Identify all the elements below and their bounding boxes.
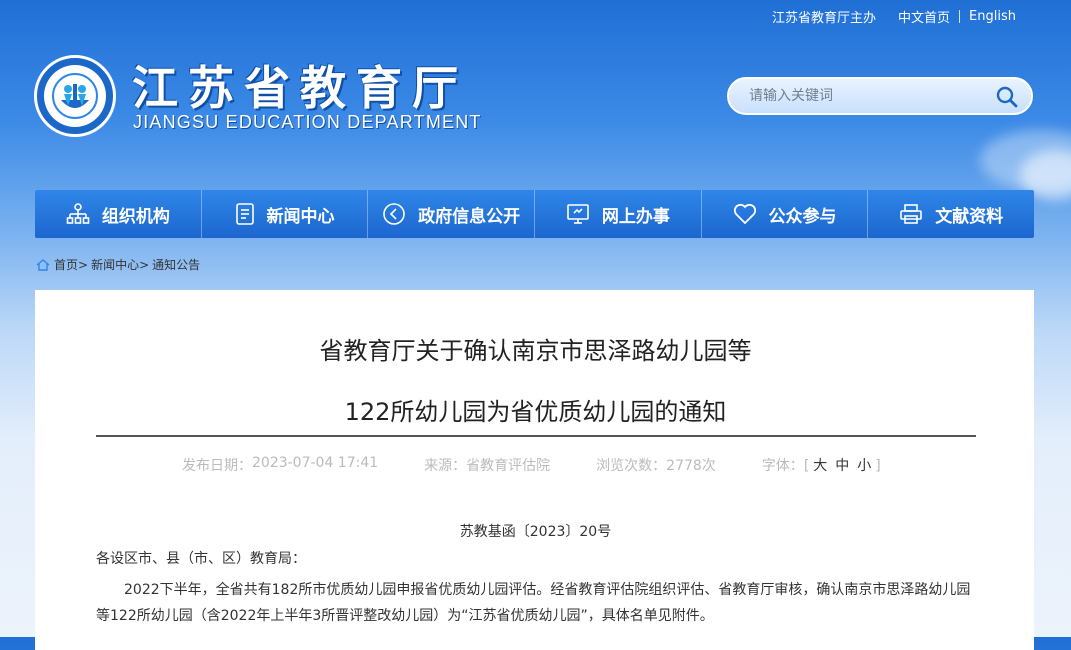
search-icon[interactable] [995,85,1019,109]
article-title-line2: 122所幼儿园为省优质幼儿园的通知 [344,398,727,426]
logo-emblem[interactable] [34,55,116,137]
nav-label: 公众参与 [768,206,837,227]
org-chart-icon [66,203,90,224]
nav-label: 文献资料 [935,206,1004,227]
title-divider [96,435,976,437]
emblem-icon [44,65,106,127]
font-size-selector: [大中小] [804,455,881,475]
article-meta: 发布日期： 2023-07-04 17:41 来源： 省教育评估院 浏览次数： … [182,455,881,475]
breadcrumb-news[interactable]: 新闻中心 [91,256,139,273]
main-nav: 组织机构 新闻中心 政府信息公开 网上办事 公众参与 文献资料 [35,190,1034,238]
publish-date: 2023-07-04 17:41 [252,455,379,471]
font-size-label: 字体： [761,458,804,474]
brand-subtitle: JIANGSU EDUCATION DEPARTMENT [133,112,482,132]
view-count: 2778次 [666,458,716,474]
views-label: 浏览次数： [596,458,667,474]
document-number: 苏教基函〔2023〕20号 [459,524,612,540]
nav-item-public-participation[interactable]: 公众参与 [702,190,869,238]
nav-item-organization[interactable]: 组织机构 [35,190,202,238]
salutation: 各设区市、县（市、区）教育局： [96,551,306,567]
bracket-close: ] [875,458,881,474]
font-medium-button[interactable]: 中 [831,458,853,474]
open-info-icon [383,203,405,225]
brand-title[interactable]: 江苏省教育厅 [132,52,468,118]
home-icon [36,258,50,271]
article-title-line1: 省教育厅关于确认南京市思泽路幼儿园等 [319,337,752,365]
breadcrumb-home[interactable]: 首页 [54,256,78,273]
printer-icon [900,204,922,224]
font-small-button[interactable]: 小 [853,458,875,474]
publish-date-label: 发布日期： [182,458,252,474]
nav-item-gov-info[interactable]: 政府信息公开 [368,190,536,238]
search-input[interactable] [747,87,981,105]
heart-icon [733,203,756,225]
nav-item-documents[interactable]: 文献资料 [868,190,1034,238]
breadcrumb-current[interactable]: 通知公告 [152,256,200,273]
nav-item-news[interactable]: 新闻中心 [202,190,369,238]
font-large-button[interactable]: 大 [809,458,831,474]
source: 省教育评估院 [466,458,551,474]
breadcrumb: 首页 > 新闻中心 > 通知公告 [36,256,200,273]
source-label: 来源： [424,458,467,474]
search-box [727,77,1033,115]
breadcrumb-separator: > [139,257,150,272]
top-links: 江苏省教育厅主办 中文首页 English [763,7,1025,26]
nav-item-online-service[interactable]: 网上办事 [535,190,702,238]
breadcrumb-separator: > [78,257,89,272]
nav-label: 新闻中心 [266,206,335,227]
monitor-icon [567,204,589,224]
nav-label: 组织机构 [101,206,170,227]
article-body: 2022下半年，全省共有182所市优质幼儿园申报省优质幼儿园评估。经省教育评估院… [96,582,971,624]
sponsor-text: 江苏省教育厅主办 [772,11,877,26]
nav-label: 网上办事 [601,206,670,227]
english-link[interactable]: English [960,9,1025,24]
document-icon [235,203,254,225]
chinese-home-link[interactable]: 中文首页 [889,7,959,26]
nav-label: 政府信息公开 [418,206,521,227]
